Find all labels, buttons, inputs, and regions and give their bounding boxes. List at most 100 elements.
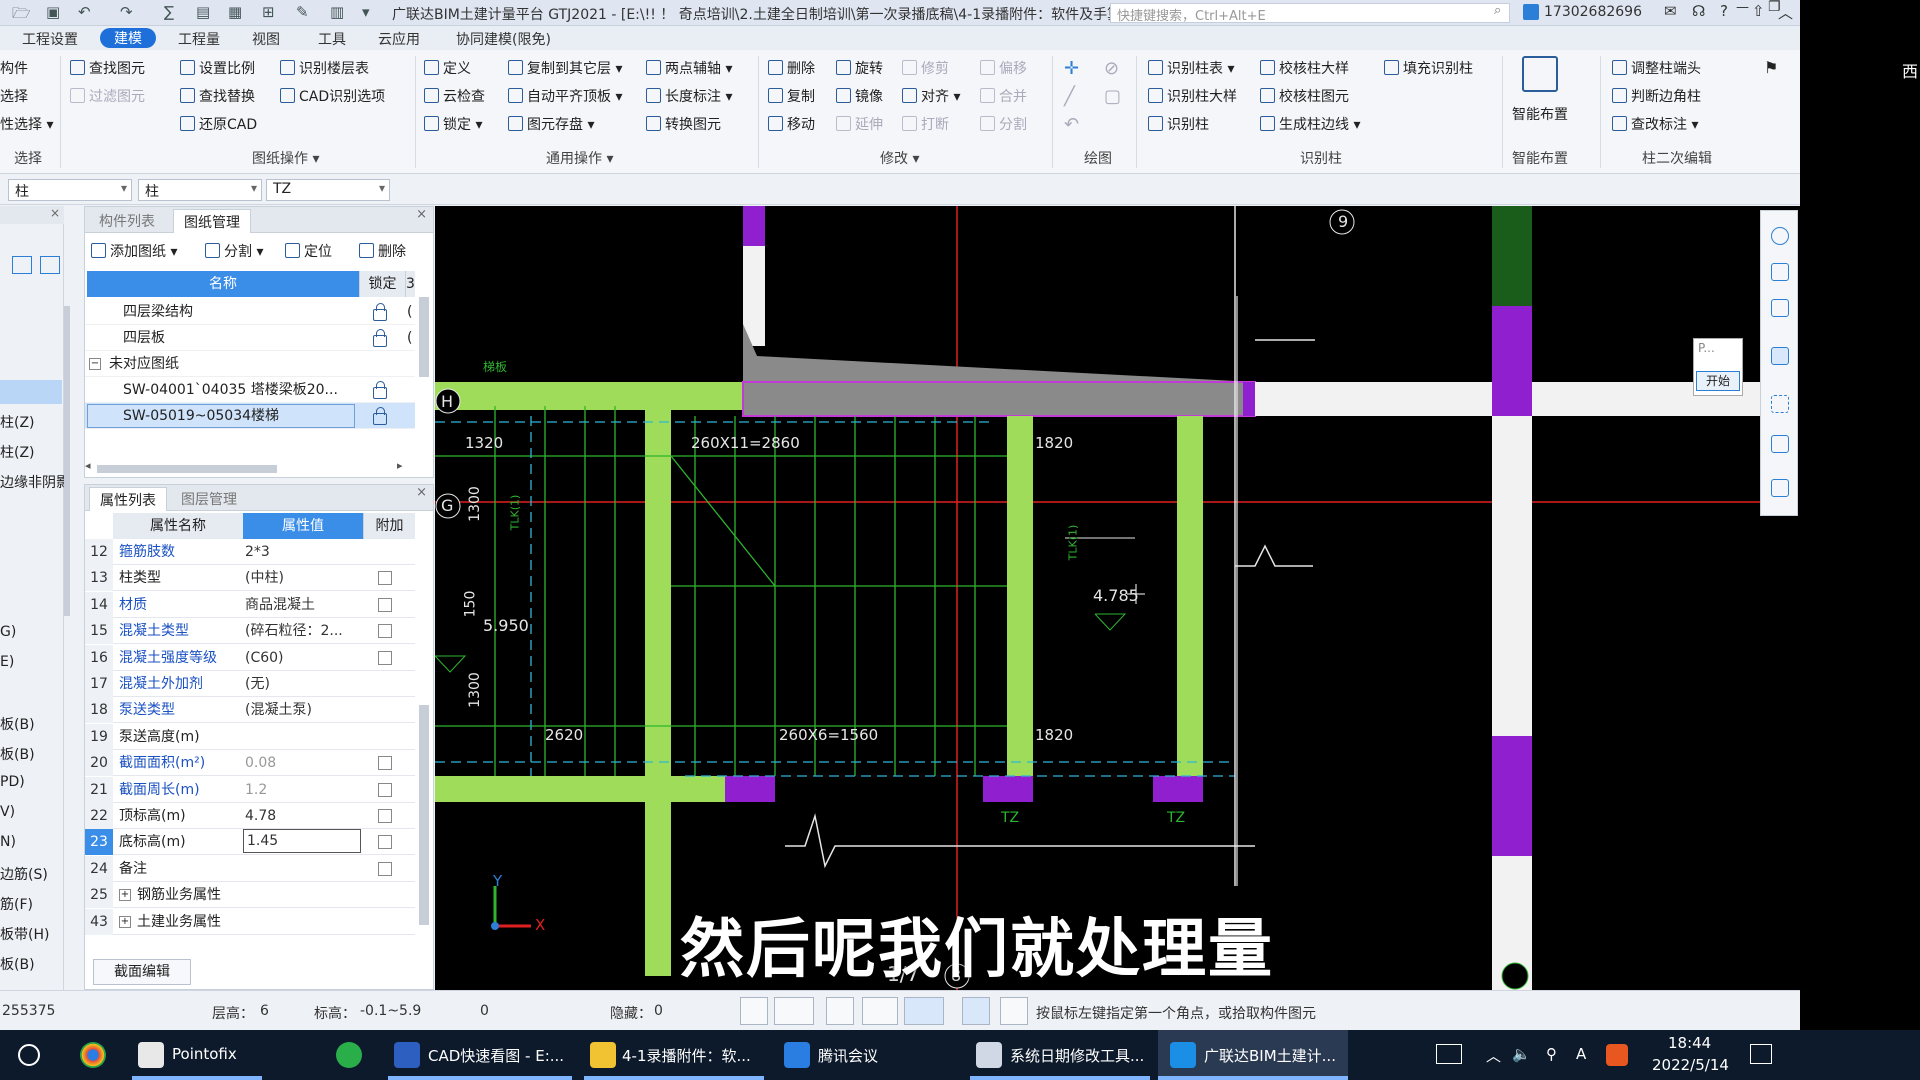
length-dimension-button[interactable]: 长度标注 ▾ — [646, 86, 732, 106]
wechat-icon[interactable] — [336, 1042, 362, 1068]
properties-icon[interactable] — [1771, 479, 1789, 497]
split-button[interactable]: 分割 — [980, 114, 1027, 134]
volume-icon[interactable]: 🔈 — [1512, 1045, 1531, 1063]
move-button[interactable]: 移动 — [768, 114, 815, 134]
property-row[interactable]: 13 柱类型 (中柱) — [85, 565, 415, 592]
section-edit-button[interactable]: 截面编辑 — [93, 959, 191, 985]
vertical-scrollbar[interactable] — [419, 297, 429, 377]
category-select[interactable]: 柱 — [8, 179, 132, 201]
nav-item[interactable]: N) — [0, 834, 16, 850]
user-account[interactable]: 17302682696 — [1544, 4, 1642, 20]
redo-icon[interactable]: ↷ — [120, 3, 133, 21]
recognize-column-detail-button[interactable]: 识别柱大样 — [1148, 86, 1237, 106]
date-tool-icon[interactable] — [976, 1042, 1002, 1068]
taskbar-cad-viewer[interactable]: CAD快速看图 - E:... — [428, 1045, 564, 1066]
attach-checkbox[interactable] — [378, 809, 392, 823]
cad-options-button[interactable]: CAD识别选项 — [280, 86, 385, 106]
nav-item[interactable]: 筋(F) — [0, 894, 33, 914]
minimize-button[interactable]: — — [1736, 0, 1749, 15]
attach-checkbox[interactable] — [378, 597, 392, 612]
nav-item[interactable]: 柱(Z) — [0, 412, 35, 432]
break-button[interactable]: 打断 — [902, 114, 949, 134]
nav-item[interactable]: 边筋(S) — [0, 864, 48, 884]
orbit-icon[interactable] — [1771, 227, 1789, 245]
nav-selected-item[interactable] — [0, 380, 62, 404]
tab-layer-management[interactable]: 图层管理 — [171, 489, 247, 509]
cube-view-icon[interactable] — [1771, 347, 1789, 365]
offset-button[interactable]: 偏移 — [980, 58, 1027, 78]
attach-checkbox[interactable] — [378, 835, 392, 850]
property-row[interactable]: 43 + 土建业务属性 — [85, 908, 415, 935]
menu-view[interactable]: 视图 — [246, 29, 286, 49]
vertical-scrollbar[interactable] — [419, 705, 429, 925]
property-row[interactable]: 14 材质 商品混凝土 — [85, 591, 415, 618]
expand-icon[interactable]: + — [119, 915, 131, 928]
user-avatar-icon[interactable] — [1523, 4, 1539, 20]
close-panel-icon[interactable]: × — [416, 485, 427, 500]
fill-recognize-column-button[interactable]: 填充识别柱 — [1384, 58, 1473, 78]
property-row[interactable]: 16 混凝土强度等级 (C60) — [85, 644, 415, 671]
horizontal-scrollbar[interactable] — [97, 465, 277, 473]
pointofix-icon[interactable] — [138, 1042, 164, 1068]
message-icon[interactable]: ✉ — [1664, 2, 1677, 20]
taskbar-pointofix[interactable]: Pointofix — [172, 1045, 237, 1063]
column-header-lock[interactable]: 锁定 — [359, 271, 405, 297]
property-row[interactable]: 15 混凝土类型 (碎石粒径：2... — [85, 618, 415, 645]
ribbon-select[interactable]: 选择 — [0, 86, 28, 106]
ime-indicator[interactable]: A — [1576, 1045, 1586, 1063]
restore-cad-button[interactable]: 还原CAD — [180, 114, 257, 134]
group-label-modify[interactable]: 修改 ▾ — [880, 148, 919, 168]
attach-checkbox[interactable] — [378, 650, 392, 665]
mirror-button[interactable]: 镜像 — [836, 86, 883, 106]
add-drawing-button[interactable]: 添加图纸 ▾ — [91, 241, 177, 261]
restore-button[interactable]: ❐ — [1768, 0, 1781, 15]
dynamic-input-toggle[interactable] — [904, 997, 944, 1025]
property-value[interactable]: 0.08 — [245, 750, 363, 776]
search-circle-icon[interactable] — [18, 1044, 40, 1066]
menu-project-settings[interactable]: 工程设置 — [16, 29, 84, 49]
fullscreen-icon[interactable] — [1771, 395, 1789, 413]
drawing-row[interactable]: SW-04001`04035 塔楼梁板20... — [85, 377, 415, 403]
tree-view-icon[interactable] — [40, 256, 60, 274]
extend-button[interactable]: 延伸 — [836, 114, 883, 134]
property-row[interactable]: 19 泵送高度(m) — [85, 723, 415, 750]
property-value[interactable]: 2*3 — [245, 539, 363, 565]
cad-viewer-icon[interactable] — [394, 1042, 420, 1068]
list-view-icon[interactable] — [12, 256, 32, 274]
drawing-row[interactable]: 四层梁结构 ( — [85, 299, 415, 325]
notification-icon[interactable] — [1750, 1044, 1772, 1064]
snap-toggle[interactable] — [774, 997, 814, 1025]
angle-toggle[interactable] — [862, 997, 898, 1025]
taskbar-tencent-meeting[interactable]: 腾讯会议 — [818, 1045, 878, 1066]
taskbar-date-tool[interactable]: 系统日期修改工具... — [1010, 1045, 1144, 1066]
nav-item[interactable]: 边缘非阴影 — [0, 472, 70, 492]
set-scale-button[interactable]: 设置比例 — [180, 58, 255, 78]
cloud-check-button[interactable]: 云检查 — [424, 86, 485, 106]
auto-align-top-button[interactable]: 自动平齐顶板 ▾ — [508, 86, 622, 106]
menu-modeling[interactable]: 建模 — [100, 28, 156, 48]
check-column-detail-button[interactable]: 校核柱大样 — [1260, 58, 1349, 78]
collapse-icon[interactable]: − — [89, 358, 101, 370]
nav-item[interactable]: 板(B) — [0, 954, 35, 974]
help-icon[interactable]: ? — [1720, 2, 1728, 20]
rect-draw-icon[interactable]: ▢ — [1104, 86, 1121, 107]
check-column-element-button[interactable]: 校核柱图元 — [1260, 86, 1349, 106]
flag-icon[interactable]: ⚑ — [1764, 58, 1778, 77]
3d-view-icon[interactable] — [1771, 263, 1789, 281]
copy-to-other-floor-button[interactable]: 复制到其它层 ▾ — [508, 58, 622, 78]
property-value[interactable]: 商品混凝土 — [245, 592, 363, 618]
orthogonal-toggle[interactable] — [740, 997, 768, 1025]
find-element-button[interactable]: 查找图元 — [70, 58, 145, 78]
support-icon[interactable]: ☊ — [1692, 2, 1705, 20]
nav-item[interactable]: 柱(Z) — [0, 442, 35, 462]
locate-button[interactable]: 定位 — [285, 241, 332, 261]
attach-checkbox[interactable] — [378, 782, 392, 797]
scroll-right-icon[interactable]: ▸ — [397, 459, 403, 472]
merge-button[interactable]: 合并 — [980, 86, 1027, 106]
tab-drawing-management[interactable]: 图纸管理 — [173, 209, 251, 233]
recognize-floor-table-button[interactable]: 识别楼层表 — [280, 58, 369, 78]
property-value[interactable]: (C60) — [245, 645, 363, 671]
menu-quantities[interactable]: 工程量 — [172, 29, 226, 49]
two-point-axis-button[interactable]: 两点辅轴 ▾ — [646, 58, 732, 78]
property-row[interactable]: 20 截面面积(m²) 0.08 — [85, 750, 415, 777]
